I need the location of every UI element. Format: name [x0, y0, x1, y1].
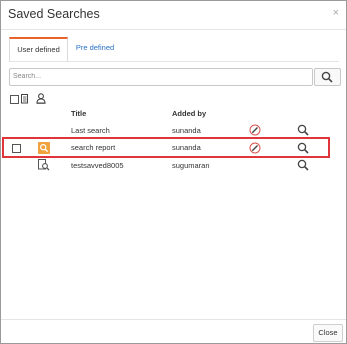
- tab-pre-defined[interactable]: Pre defined: [71, 37, 119, 59]
- toolbar: [9, 93, 69, 105]
- view-search-icon[interactable]: [297, 124, 309, 136]
- selected-row-highlight: [2, 137, 330, 158]
- close-button[interactable]: Close: [313, 324, 343, 342]
- column-header-title[interactable]: Title: [71, 109, 86, 118]
- search-input[interactable]: [13, 70, 305, 83]
- column-header-added-by[interactable]: Added by: [172, 109, 206, 118]
- table-row[interactable]: testsavved8005 sugumaran: [7, 157, 333, 175]
- row-added-by: sunanda: [172, 126, 201, 135]
- close-icon[interactable]: ×: [333, 7, 339, 19]
- tab-user-defined[interactable]: User defined: [9, 37, 68, 61]
- header-divider: [1, 29, 346, 30]
- tab-bar: User defined Pre defined: [9, 37, 339, 62]
- dialog-header: Saved Searches ×: [1, 1, 346, 27]
- edit-icon[interactable]: [249, 124, 261, 136]
- dialog-title: Saved Searches: [8, 7, 100, 21]
- search-button[interactable]: [314, 68, 341, 86]
- saved-searches-dialog: Saved Searches × User defined Pre define…: [0, 0, 347, 344]
- document-icon[interactable]: [21, 94, 29, 104]
- row-title[interactable]: Last search: [71, 126, 110, 135]
- view-search-icon[interactable]: [297, 159, 309, 171]
- user-icon[interactable]: [36, 93, 46, 104]
- tab-baseline: [9, 61, 339, 62]
- select-all-checkbox[interactable]: [10, 95, 19, 104]
- row-added-by: sugumaran: [172, 161, 210, 170]
- row-title[interactable]: testsavved8005: [71, 161, 124, 170]
- doc-search-icon: [38, 159, 50, 171]
- search-box: [9, 68, 313, 86]
- footer-divider: [1, 319, 346, 320]
- magnifier-icon: [321, 71, 333, 83]
